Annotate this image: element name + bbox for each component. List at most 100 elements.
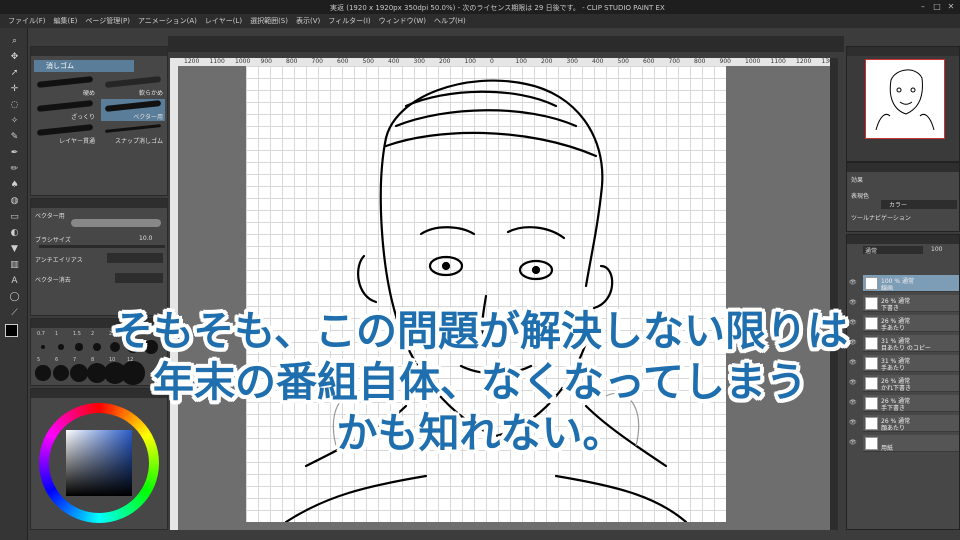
subtitle-line: 年末の番組自体、なくなってしまう <box>153 358 807 406</box>
ruler-tick-label: 500 <box>617 58 629 65</box>
brush-preview <box>71 219 161 227</box>
minimize-icon[interactable]: – <box>918 2 928 12</box>
canvas-workspace[interactable] <box>178 66 838 530</box>
layer-name: 線画 <box>881 285 894 292</box>
subtitle-caption: そもそも、この問題が解決しない限りは 年末の番組自体、なくなってしまう かも知れ… <box>0 306 960 459</box>
ruler-tick-label: 900 <box>260 58 272 65</box>
vector-erase-label: ベクター消去 <box>35 277 71 284</box>
layer-visibility-icon[interactable]: 👁 <box>849 279 857 286</box>
subtool-item[interactable]: ざっくり <box>33 99 97 121</box>
ruler-tick-label: 400 <box>388 58 400 65</box>
text-icon[interactable]: A <box>9 276 20 287</box>
menu-help[interactable]: ヘルプ(H) <box>434 16 466 26</box>
ruler-tick-label: 700 <box>311 58 323 65</box>
eyedropper-icon[interactable]: ✎ <box>9 132 20 143</box>
ruler-tick-label: 1100 <box>209 58 225 65</box>
selection-icon[interactable]: ◌ <box>9 100 20 111</box>
blend-mode-value: 通常 <box>865 248 878 255</box>
menu-edit[interactable]: 編集(E) <box>54 16 78 26</box>
tool-navigation-label: ツールナビゲーション <box>851 215 911 222</box>
pencil-icon[interactable]: ✏ <box>9 164 20 175</box>
ruler-tick-label: 400 <box>592 58 604 65</box>
display-color-select[interactable]: カラー <box>881 200 957 209</box>
navigator-preview-drawing <box>875 69 935 131</box>
menu-file[interactable]: ファイル(F) <box>8 16 46 26</box>
ruler-tick-label: 1200 <box>184 58 200 65</box>
pen-icon[interactable]: ✒ <box>9 148 20 159</box>
ruler-tick-label: 300 <box>566 58 578 65</box>
eraser-icon[interactable]: ▭ <box>9 212 20 223</box>
blend-mode-select[interactable]: 通常 <box>863 246 923 255</box>
layer-panel-header <box>847 235 959 244</box>
brush-icon[interactable]: ♠ <box>9 180 20 191</box>
maximize-icon[interactable]: □ <box>932 2 942 12</box>
antialias-label: アンチエイリアス <box>35 257 83 264</box>
subtool-item-selected[interactable]: ベクター用 <box>101 99 165 121</box>
ruler-tick-label: 1000 <box>235 58 251 65</box>
move-icon[interactable]: ✥ <box>9 52 20 63</box>
brush-size-slider[interactable] <box>39 245 165 248</box>
ruler-tick-label: 0 <box>490 58 494 65</box>
canvas-toolbar <box>168 36 844 52</box>
blend-icon[interactable]: ◐ <box>9 228 20 239</box>
vector-erase-options[interactable] <box>115 273 163 283</box>
balloon-icon[interactable]: ◯ <box>9 292 20 303</box>
effect-label: 効果 <box>851 177 864 184</box>
menu-filter[interactable]: フィルター(I) <box>328 16 370 26</box>
layer-opacity-value[interactable]: 100 <box>931 246 942 253</box>
ruler-tick-label: 600 <box>643 58 655 65</box>
operation-icon[interactable]: ➚ <box>9 68 20 79</box>
layer-visibility-icon[interactable]: 👁 <box>849 299 857 306</box>
layer-property-panel: 効果 表現色 カラー ツールナビゲーション <box>846 162 960 232</box>
navigator-thumbnail[interactable] <box>865 59 945 139</box>
menu-selection[interactable]: 選択範囲(S) <box>250 16 288 26</box>
ruler-tick-label: 800 <box>286 58 298 65</box>
tool-property-panel: ベクター用 ブラシサイズ 10.0 アンチエイリアス ベクター消去 <box>30 198 168 316</box>
subtool-item[interactable]: スナップ消しゴム <box>101 123 165 145</box>
menu-view[interactable]: 表示(V) <box>296 16 320 26</box>
ruler-tick-label: 200 <box>541 58 553 65</box>
layer-thumbnail <box>865 277 878 290</box>
ruler-tick-label: 1000 <box>745 58 761 65</box>
menu-animation[interactable]: アニメーション(A) <box>138 16 197 26</box>
ruler-tick-label: 100 <box>515 58 527 65</box>
ruler-tick-label: 800 <box>694 58 706 65</box>
display-color-value: カラー <box>889 202 908 209</box>
auto-select-icon[interactable]: ✧ <box>9 116 20 127</box>
ruler-tick-label: 600 <box>337 58 349 65</box>
gradient-icon[interactable]: ▥ <box>9 260 20 271</box>
tool-property-header <box>31 199 167 208</box>
window-title: 実返 (1920 x 1920px 350dpi 50.0%) - 次のライセン… <box>330 4 665 12</box>
display-color-label: 表現色 <box>851 193 870 200</box>
navigator-panel <box>846 46 960 162</box>
tool-bar: ⌕ ✥ ➚ ✛ ◌ ✧ ✎ ✒ ✏ ♠ ◍ ▭ ◐ ▼ ▥ A ◯ ⟋ <box>0 28 28 540</box>
subtool-item[interactable]: 硬め <box>33 75 97 97</box>
menu-window[interactable]: ウィンドウ(W) <box>379 16 426 26</box>
subtitle-line: かも知れない。 <box>336 409 624 457</box>
antialias-options[interactable] <box>107 253 163 263</box>
ruler-tick-label: 1100 <box>770 58 786 65</box>
airbrush-icon[interactable]: ◍ <box>9 196 20 207</box>
fill-icon[interactable]: ▼ <box>9 244 20 255</box>
canvas-scrollbar[interactable] <box>830 58 838 530</box>
menu-page[interactable]: ページ管理(P) <box>85 16 130 26</box>
ruler-top: 1200 1100 1000 900 800 700 600 500 400 300 200 100 0… <box>170 58 838 66</box>
brush-size-value[interactable]: 10.0 <box>139 235 152 242</box>
ruler-tick-label: 900 <box>719 58 731 65</box>
subtool-panel: 消しゴム 硬め 軟らかめ ざっくり ベクター用 レイヤー貫通 スナップ消しゴム <box>30 46 168 196</box>
layer-property-header <box>847 163 959 172</box>
zoom-icon[interactable]: ⌕ <box>9 36 20 47</box>
menu-bar: ファイル(F) 編集(E) ページ管理(P) アニメーション(A) レイヤー(L… <box>0 14 960 28</box>
subtool-tab-eraser[interactable]: 消しゴム <box>34 60 134 72</box>
layer-row[interactable]: 100 % 通常 線画 <box>863 275 959 292</box>
ruler-tick-label: 300 <box>413 58 425 65</box>
move-layer-icon[interactable]: ✛ <box>9 84 20 95</box>
ruler-left <box>170 66 178 530</box>
menu-layer[interactable]: レイヤー(L) <box>205 16 242 26</box>
subtool-panel-header <box>31 47 167 56</box>
subtool-item[interactable]: 軟らかめ <box>101 75 165 97</box>
title-bar: 実返 (1920 x 1920px 350dpi 50.0%) - 次のライセン… <box>0 0 960 14</box>
subtool-item[interactable]: レイヤー貫通 <box>33 123 97 145</box>
brush-size-label: ブラシサイズ <box>35 237 71 244</box>
close-icon[interactable]: ✕ <box>946 2 956 12</box>
